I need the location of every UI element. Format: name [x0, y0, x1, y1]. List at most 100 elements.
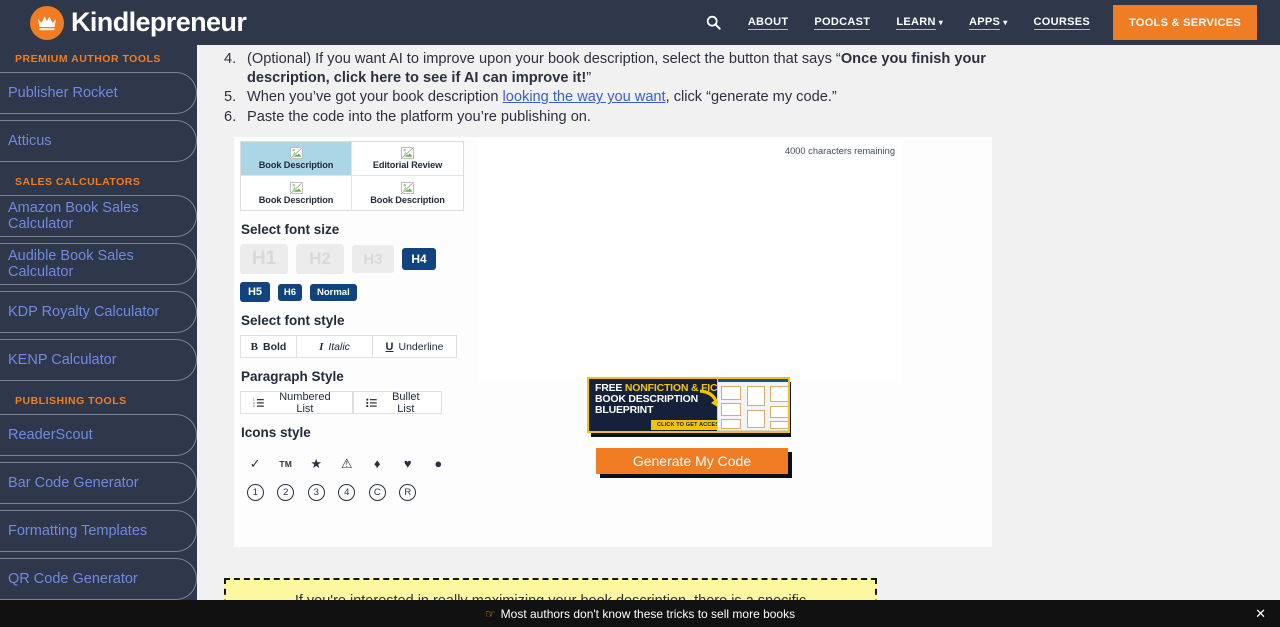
crown-icon	[30, 5, 64, 40]
copyright-icon[interactable]: C	[362, 478, 393, 507]
font-size-h6-button[interactable]: H6	[278, 283, 302, 301]
broken-image-icon	[401, 147, 414, 159]
sidebar-item-label: Atticus	[8, 133, 52, 149]
font-size-title: Select font size	[241, 222, 340, 237]
brand-name: Kindlepreneur	[71, 7, 247, 37]
circled-four-icon[interactable]: 4	[332, 478, 363, 507]
step-number: 5.	[224, 89, 237, 106]
sidebar-item-label: KENP Calculator	[8, 352, 117, 368]
tools-and-services-button[interactable]: TOOLS & SERVICES	[1113, 5, 1257, 40]
bullet-list-icon	[366, 398, 377, 407]
svg-text:3: 3	[253, 404, 255, 407]
font-size-h1-button: H1	[240, 244, 288, 274]
sidebar-category: PREMIUM AUTHOR TOOLS	[15, 53, 161, 65]
font-size-h3-button: H3	[352, 245, 394, 273]
nav-item-podcast[interactable]: PODCAST	[801, 0, 883, 45]
step-number: 6.	[224, 109, 237, 126]
numbered-list-button[interactable]: 1 2 3 Numbered List	[240, 391, 353, 415]
generate-my-code-wrapper[interactable]: Generate My Code	[596, 448, 792, 478]
sidebar-item-label: Publisher Rocket	[8, 85, 118, 101]
sidebar-item-qr-code-generator[interactable]: QR Code Generator	[0, 558, 197, 600]
paragraph-style-title: Paragraph Style	[241, 369, 344, 384]
circle-outline: 3	[307, 484, 325, 501]
sidebar-item-label: Audible Book Sales Calculator	[8, 248, 134, 280]
warning-icon[interactable]: ⚠	[332, 449, 363, 478]
circled-two-icon[interactable]: 2	[271, 478, 302, 507]
italic-icon: I	[319, 340, 324, 353]
nav-item-learn[interactable]: LEARN ▾	[883, 0, 956, 45]
underline-icon: U	[385, 340, 394, 353]
sidebar-item-kdp-royalty-calculator[interactable]: KDP Royalty Calculator	[0, 291, 197, 333]
blueprint-thumbnail-icon	[717, 379, 788, 431]
sidebar-item-audible-book-sales-calculator[interactable]: Audible Book Sales Calculator	[0, 243, 197, 285]
step-text: When you’ve got your book description	[247, 89, 503, 106]
underline-button[interactable]: U Underline	[373, 335, 457, 358]
numbered-list-icon: 123	[253, 398, 264, 407]
bullet-list-button[interactable]: Bullet List	[353, 391, 442, 415]
book-description-editor-card: Book Description Editorial Review Book Des…	[234, 137, 992, 547]
top-navigation-bar: Kindlepreneur ABOUT PODCAST LEARN ▾ APPS ▾…	[0, 0, 1280, 45]
diamond-icon[interactable]: ♦	[362, 449, 393, 478]
promo-bar-text[interactable]: ☞ Most authors don't know these tricks to…	[485, 607, 795, 621]
circled-three-icon[interactable]: 3	[301, 478, 332, 507]
circled-one-icon[interactable]: 1	[240, 478, 271, 507]
generate-my-code-button[interactable]: Generate My Code	[596, 448, 788, 474]
circle-outline: R	[399, 484, 417, 501]
pointing-hand-icon: ☞	[484, 606, 496, 621]
sidebar: PREMIUM AUTHOR TOOLS Publisher Rocket Atti…	[0, 45, 197, 600]
nav-links: ABOUT PODCAST LEARN ▾ APPS ▾ COURSES TOOLS…	[684, 0, 1280, 45]
instruction-step: 5. When you’ve got your book description …	[219, 88, 1000, 107]
editor-tab-3[interactable]: Book Description	[352, 176, 463, 210]
sidebar-item-label: Amazon Book Sales Calculator	[8, 200, 139, 232]
circle-outline: C	[368, 484, 386, 501]
nav-item-apps[interactable]: APPS ▾	[956, 0, 1020, 45]
step-text: ”	[586, 69, 592, 86]
highlight-note-text: If you're interested in really maximizin…	[295, 593, 806, 600]
circle-outline: 1	[246, 484, 264, 501]
editor-tab-0[interactable]: Book Description	[241, 142, 352, 176]
close-icon[interactable]: ✕	[1255, 606, 1266, 622]
icons-style-title: Icons style	[241, 425, 311, 440]
icons-style-row-1: ✓ TM ★ ⚠ ♦ ♥ ●	[240, 449, 470, 478]
blueprint-ad-banner[interactable]: FREE NONFICTION & FICTION BOOK DESCRIPTI…	[587, 377, 795, 437]
sidebar-item-atticus[interactable]: Atticus	[0, 120, 197, 162]
search-icon[interactable]	[684, 0, 735, 45]
font-style-label: Italic	[328, 340, 350, 353]
sidebar-item-kenp-calculator[interactable]: KENP Calculator	[0, 339, 197, 381]
font-size-normal-button[interactable]: Normal	[310, 283, 357, 301]
italic-button[interactable]: I Italic	[297, 335, 373, 358]
instruction-step: 6. Paste the code into the platform you’r…	[219, 108, 1000, 127]
chevron-down-icon: ▾	[938, 18, 944, 27]
circle-outline: 2	[277, 484, 295, 501]
editor-tab-1[interactable]: Editorial Review	[352, 142, 463, 176]
bottom-promo-bar: ☞ Most authors don't know these tricks to…	[0, 600, 1280, 627]
font-size-h5-button[interactable]: H5	[240, 282, 270, 302]
circle-outline: 4	[338, 484, 356, 501]
sidebar-category: SALES CALCULATORS	[15, 176, 141, 188]
sidebar-item-readerscout[interactable]: ReaderScout	[0, 414, 197, 456]
editor-tab-label: Book Description	[258, 160, 334, 170]
bullet-dot-icon[interactable]: ●	[423, 449, 454, 478]
sidebar-item-bar-code-generator[interactable]: Bar Code Generator	[0, 462, 197, 504]
step-link[interactable]: looking the way you want	[503, 89, 666, 105]
heart-icon[interactable]: ♥	[393, 449, 424, 478]
page-content: 4. (Optional) If you want AI to improve u…	[197, 45, 1280, 600]
sidebar-item-publisher-rocket[interactable]: Publisher Rocket	[0, 72, 197, 114]
check-icon[interactable]: ✓	[240, 449, 271, 478]
instructions-column: 4. (Optional) If you want AI to improve u…	[219, 45, 1000, 128]
sidebar-item-formatting-templates[interactable]: Formatting Templates	[0, 510, 197, 552]
nav-item-courses[interactable]: COURSES	[1021, 0, 1104, 45]
editor-tab-2[interactable]: Book Description	[241, 176, 352, 210]
nav-item-about[interactable]: ABOUT	[735, 0, 802, 45]
star-icon[interactable]: ★	[301, 449, 332, 478]
description-textarea[interactable]	[478, 141, 903, 383]
registered-icon[interactable]: R	[393, 478, 424, 507]
font-size-h4-button[interactable]: H4	[402, 248, 436, 270]
sidebar-item-label: KDP Royalty Calculator	[8, 304, 160, 320]
brand-logo[interactable]: Kindlepreneur	[30, 5, 247, 40]
trademark-icon[interactable]: TM	[271, 449, 302, 478]
bold-button[interactable]: B Bold	[240, 335, 297, 358]
font-size-h2-button: H2	[296, 244, 344, 274]
sidebar-item-amazon-book-sales-calculator[interactable]: Amazon Book Sales Calculator	[0, 195, 197, 237]
highlight-note-box: If you're interested in really maximizin…	[224, 578, 877, 600]
